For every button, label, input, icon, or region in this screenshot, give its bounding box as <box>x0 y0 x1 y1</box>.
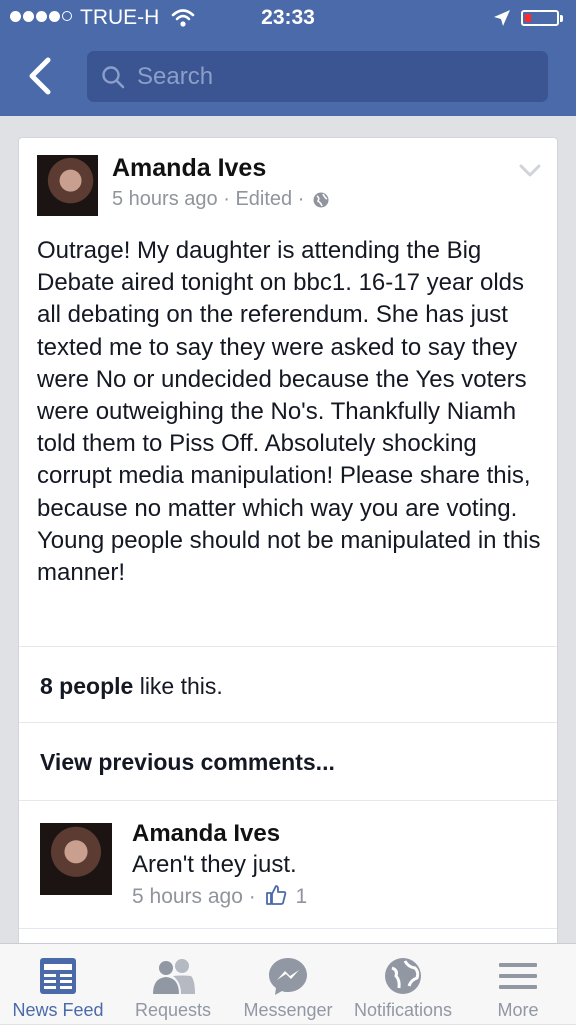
post-meta: 5 hours ago · Edited · <box>112 188 330 211</box>
tab-label: Requests <box>134 1000 212 1020</box>
tab-label: Notifications <box>353 1000 453 1020</box>
view-previous-comments-link[interactable]: View previous comments... <box>40 749 335 776</box>
friend-requests-icon <box>153 959 195 994</box>
battery-icon <box>521 10 559 26</box>
comment-like-count: 1 <box>295 885 308 908</box>
globe-privacy-icon <box>313 192 329 208</box>
post-card: Amanda Ives 5 hours ago · Edited · Outra… <box>18 137 558 967</box>
comment-text: Aren't they just. <box>132 851 297 878</box>
back-chevron-icon[interactable] <box>24 56 56 96</box>
tab-notifications[interactable]: Notifications <box>345 944 461 1025</box>
tab-label: Messenger <box>243 1000 333 1020</box>
post-timestamp[interactable]: 5 hours ago <box>112 188 218 210</box>
meta-separator: · <box>223 188 230 210</box>
tab-label: More <box>497 1000 539 1020</box>
divider <box>19 800 557 801</box>
tab-requests[interactable]: Requests <box>115 944 231 1025</box>
clock: 23:33 <box>261 6 315 29</box>
likes-suffix: like this. <box>133 673 223 699</box>
tab-more[interactable]: More <box>460 944 576 1025</box>
commenter-avatar[interactable] <box>40 823 112 895</box>
search-icon <box>102 66 125 89</box>
location-arrow-icon <box>494 10 510 26</box>
tab-messenger[interactable]: Messenger <box>230 944 346 1025</box>
post-options-chevron-icon[interactable] <box>519 164 541 178</box>
likes-count: 8 people <box>40 673 134 699</box>
search-input[interactable]: Search <box>87 51 548 102</box>
comment-meta: 5 hours ago · 1 <box>132 884 307 909</box>
comment-author-name[interactable]: Amanda Ives <box>132 820 280 848</box>
divider <box>19 646 557 647</box>
battery-cap <box>560 15 563 22</box>
menu-icon <box>499 963 537 989</box>
divider <box>19 928 557 929</box>
globe-icon <box>385 958 421 994</box>
likes-summary[interactable]: 8 people like this. <box>40 673 223 700</box>
tab-label: News Feed <box>12 1000 104 1020</box>
divider <box>19 722 557 723</box>
tab-news-feed[interactable]: News Feed <box>0 944 116 1025</box>
author-avatar[interactable] <box>37 155 98 216</box>
meta-separator: · <box>297 188 305 210</box>
search-placeholder: Search <box>137 63 214 90</box>
messenger-icon <box>269 958 307 995</box>
status-bar: TRUE-H 23:33 <box>0 0 576 38</box>
comment-timestamp: 5 hours ago <box>132 885 243 908</box>
edited-link[interactable]: Edited <box>235 188 292 210</box>
top-bar: TRUE-H 23:33 Search <box>0 0 576 116</box>
news-feed-icon <box>40 958 76 994</box>
post-author-name[interactable]: Amanda Ives <box>112 154 266 183</box>
bottom-tab-bar: News Feed Requests Messenger Notificatio… <box>0 943 576 1024</box>
thumbs-up-icon[interactable] <box>265 884 287 906</box>
post-body-text: Outrage! My daughter is attending the Bi… <box>37 237 541 587</box>
meta-separator: · <box>248 885 256 908</box>
